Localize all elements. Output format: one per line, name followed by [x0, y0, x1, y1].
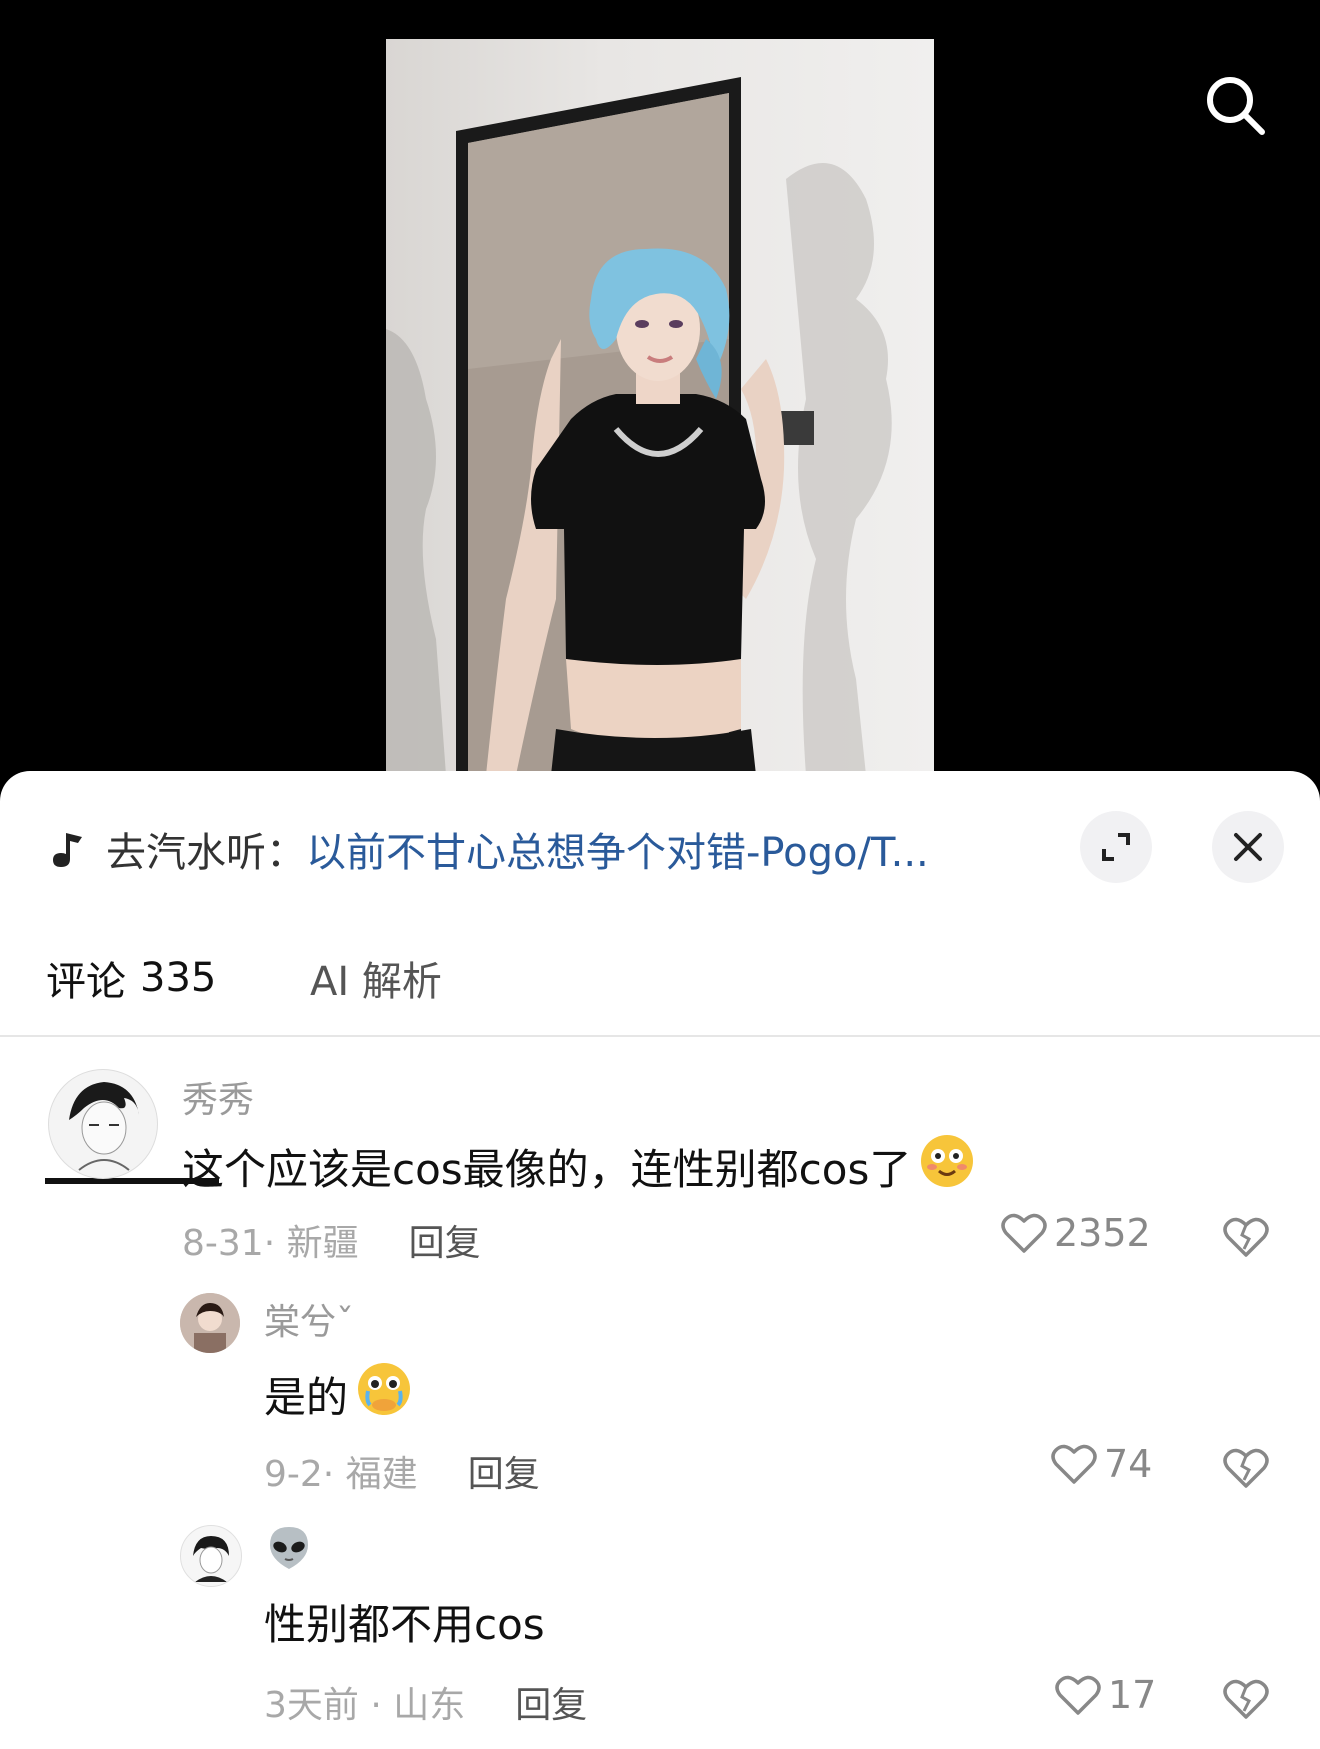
comment-text: 性别都不用cos	[264, 1591, 545, 1652]
reply-button[interactable]: 回复	[515, 1676, 587, 1728]
pleading-tears-emoji	[356, 1361, 412, 1427]
flushed-smile-emoji	[919, 1133, 975, 1199]
dislike-button[interactable]	[1222, 1446, 1270, 1494]
comment-meta: 3天前 · 山东 回复	[264, 1676, 587, 1728]
like-count: 2352	[1054, 1211, 1151, 1255]
comment-date-location: 3天前 · 山东	[264, 1685, 466, 1726]
comment-text-content: 性别都不用cos	[264, 1600, 545, 1649]
reply-button[interactable]: 回复	[409, 1214, 481, 1266]
comments-sheet: 去汽水听： 以前不甘心总想争个对错-Pogo/T... 评论 335 AI 解析	[0, 771, 1320, 1749]
comment-date-location: 9-2· 福建	[264, 1454, 418, 1495]
heart-icon	[1051, 1444, 1097, 1484]
dislike-button[interactable]	[1222, 1215, 1270, 1263]
dislike-button[interactable]	[1222, 1677, 1270, 1725]
comment-author[interactable]	[264, 1523, 314, 1582]
comment-item: 秀秀 这个应该是cos最像的，连性别都cos了 8-31· 新疆 回复 2352	[0, 771, 1320, 1264]
comment-author[interactable]: 秀秀	[182, 1071, 254, 1123]
heart-icon	[1001, 1213, 1047, 1253]
avatar[interactable]	[180, 1293, 240, 1353]
like-button[interactable]: 17	[1054, 1673, 1156, 1717]
video-player[interactable]	[0, 0, 1320, 800]
avatar[interactable]	[48, 1069, 158, 1179]
video-frame[interactable]	[386, 39, 934, 775]
like-button[interactable]: 74	[1050, 1442, 1152, 1486]
broken-heart-icon	[1223, 1679, 1269, 1719]
comment-text-content: 这个应该是cos最像的，连性别都cos了	[182, 1144, 912, 1194]
comment-date-location: 8-31· 新疆	[182, 1223, 359, 1264]
broken-heart-icon	[1223, 1217, 1269, 1257]
avatar[interactable]	[180, 1525, 242, 1587]
heart-icon	[1055, 1675, 1101, 1715]
like-count: 17	[1108, 1673, 1157, 1717]
comment-text: 是的	[264, 1361, 412, 1427]
comment-text: 这个应该是cos最像的，连性别都cos了	[182, 1133, 975, 1199]
video-still-image	[386, 77, 892, 775]
like-button[interactable]: 2352	[1000, 1211, 1151, 1255]
comment-meta: 9-2· 福建 回复	[264, 1445, 540, 1497]
search-icon[interactable]	[1200, 70, 1272, 142]
broken-heart-icon	[1223, 1448, 1269, 1488]
alien-emoji	[270, 1527, 308, 1569]
comment-text-content: 是的	[264, 1372, 349, 1422]
reply-button[interactable]: 回复	[468, 1445, 540, 1497]
comment-meta: 8-31· 新疆 回复	[182, 1214, 481, 1266]
comment-author[interactable]: 棠兮ˇ	[264, 1293, 354, 1345]
like-count: 74	[1104, 1442, 1153, 1486]
comment-reply-item: 性别都不用cos 3天前 · 山东 回复 17	[0, 771, 1320, 1726]
